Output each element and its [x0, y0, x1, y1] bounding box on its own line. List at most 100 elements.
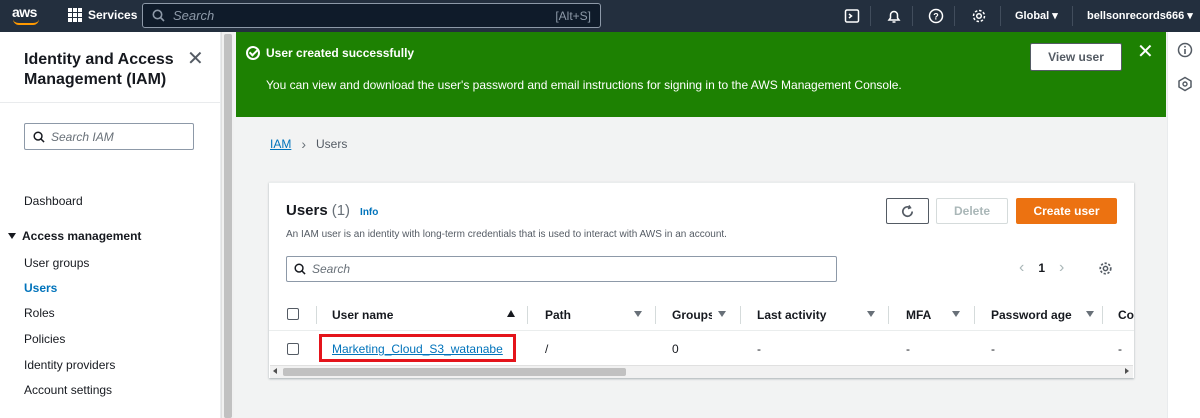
table-header: User name Path Groups Last activity MFA … — [269, 298, 1134, 331]
user-name-link[interactable]: Marketing_Cloud_S3_watanabe — [332, 342, 503, 356]
cloudshell-icon[interactable] — [843, 7, 861, 25]
services-menu-button[interactable]: Services — [68, 8, 137, 22]
refresh-button[interactable] — [886, 198, 929, 224]
panel-title-text: Users — [286, 202, 328, 219]
page-number[interactable]: 1 — [1038, 261, 1045, 275]
user-count: (1) — [331, 202, 351, 219]
select-all-checkbox[interactable] — [287, 308, 299, 320]
global-search-placeholder: Search — [173, 8, 215, 23]
chevron-left-icon[interactable]: ‹ — [1019, 260, 1024, 276]
aws-logo[interactable]: aws — [12, 5, 42, 27]
sidebar-scrollbar[interactable] — [221, 32, 234, 418]
view-user-button[interactable]: View user — [1030, 43, 1122, 71]
row-checkbox[interactable] — [287, 343, 299, 355]
close-icon[interactable]: ✕ — [187, 49, 204, 69]
scrollbar-thumb[interactable] — [224, 34, 232, 418]
flash-title: User created successfully — [266, 46, 415, 60]
aws-logo-smile — [13, 19, 39, 25]
right-utility-rail — [1167, 32, 1200, 418]
sort-icon[interactable] — [867, 311, 875, 317]
user-name-cell: Marketing_Cloud_S3_watanabe — [332, 331, 503, 367]
sidebar-search-placeholder: Search IAM — [51, 129, 114, 144]
table-horizontal-scrollbar[interactable] — [270, 365, 1133, 378]
flash-message: You can view and download the user's pas… — [266, 78, 902, 92]
groups-cell: 0 — [672, 342, 679, 356]
caret-down-icon: ▾ — [1052, 10, 1058, 22]
breadcrumb-iam-link[interactable]: IAM — [270, 137, 291, 151]
create-user-button[interactable]: Create user — [1016, 198, 1117, 224]
feedback-icon[interactable] — [1177, 76, 1193, 92]
users-search-input[interactable]: Search — [286, 256, 837, 282]
chevron-right-icon: › — [301, 136, 307, 152]
account-label: bellsonrecords666 — [1087, 10, 1185, 22]
breadcrumb-current: Users — [316, 137, 348, 151]
refresh-icon — [902, 204, 914, 217]
sidebar-item-account-settings[interactable]: Account settings — [24, 383, 112, 397]
top-navigation-bar: aws Services Search [Alt+S] ? Global ▾ b… — [0, 0, 1200, 32]
console-cell: - — [1118, 342, 1122, 356]
aws-logo-text: aws — [12, 4, 37, 20]
sidebar-search-input[interactable]: Search IAM — [24, 123, 194, 150]
column-header-path[interactable]: Path — [545, 298, 625, 331]
gear-icon[interactable] — [1098, 261, 1113, 279]
search-icon — [33, 130, 45, 143]
scroll-left-icon[interactable] — [273, 368, 277, 374]
global-search-input[interactable]: Search [Alt+S] — [142, 3, 601, 28]
sidebar-item-users[interactable]: Users — [24, 281, 57, 295]
sidebar-item-roles[interactable]: Roles — [24, 306, 55, 320]
password-age-cell: - — [991, 342, 995, 356]
mfa-cell: - — [906, 342, 910, 356]
services-label: Services — [88, 8, 138, 22]
sidebar-section-label: Access management — [22, 229, 142, 243]
sidebar-item-user-groups[interactable]: User groups — [24, 256, 89, 270]
search-icon — [152, 9, 165, 22]
info-panel-icon[interactable] — [1177, 42, 1193, 58]
settings-icon[interactable] — [970, 7, 988, 25]
breadcrumb: IAM › Users — [270, 136, 347, 152]
grid-icon — [68, 8, 82, 22]
caret-down-icon: ▾ — [1187, 10, 1193, 22]
path-cell: / — [545, 342, 549, 356]
users-search-placeholder: Search — [312, 262, 351, 276]
sidebar-divider — [0, 102, 221, 103]
info-link[interactable]: Info — [360, 207, 378, 218]
caret-down-icon — [8, 233, 16, 239]
last-activity-cell: - — [757, 342, 761, 356]
page-title: Users (1) Info — [286, 202, 378, 219]
pagination: ‹ 1 › — [1019, 260, 1064, 276]
column-header-console[interactable]: Co — [1118, 298, 1134, 331]
iam-sidebar: Identity and Access Management (IAM) ✕ S… — [0, 32, 221, 418]
sort-icon[interactable] — [952, 311, 960, 317]
success-flash-banner: User created successfully You can view a… — [236, 32, 1166, 117]
region-label: Global — [1015, 10, 1050, 22]
notifications-icon[interactable] — [885, 7, 903, 25]
sort-ascending-icon[interactable] — [507, 310, 515, 317]
sort-icon[interactable] — [634, 311, 642, 317]
column-header-groups[interactable]: Groups — [672, 298, 712, 331]
panel-description: An IAM user is an identity with long-ter… — [286, 229, 727, 240]
scroll-right-icon[interactable] — [1125, 368, 1129, 374]
account-menu[interactable]: bellsonrecords666 ▾ — [1087, 9, 1193, 22]
sidebar-section-access-management[interactable]: Access management — [8, 229, 141, 243]
sidebar-item-dashboard[interactable]: Dashboard — [24, 194, 83, 208]
svg-text:?: ? — [933, 12, 939, 22]
sort-icon[interactable] — [1086, 311, 1094, 317]
column-header-user-name[interactable]: User name — [332, 298, 502, 331]
sidebar-title: Identity and Access Management (IAM) — [24, 51, 174, 88]
delete-button[interactable]: Delete — [936, 198, 1008, 224]
column-header-mfa[interactable]: MFA — [906, 298, 946, 331]
success-check-icon — [246, 46, 260, 60]
sidebar-item-identity-providers[interactable]: Identity providers — [24, 358, 115, 372]
table-row: Marketing_Cloud_S3_watanabe / 0 - - - - — [269, 331, 1134, 367]
column-header-password-age[interactable]: Password age — [991, 298, 1081, 331]
scrollbar-thumb[interactable] — [283, 368, 626, 376]
column-header-last-activity[interactable]: Last activity — [757, 298, 857, 331]
search-shortcut-hint: [Alt+S] — [555, 8, 591, 23]
help-icon[interactable]: ? — [927, 7, 945, 25]
sort-icon[interactable] — [718, 311, 726, 317]
chevron-right-icon[interactable]: › — [1059, 260, 1064, 276]
region-selector[interactable]: Global ▾ — [1015, 9, 1058, 22]
search-icon — [294, 263, 306, 275]
sidebar-item-policies[interactable]: Policies — [24, 332, 65, 346]
close-icon[interactable]: ✕ — [1137, 42, 1154, 62]
